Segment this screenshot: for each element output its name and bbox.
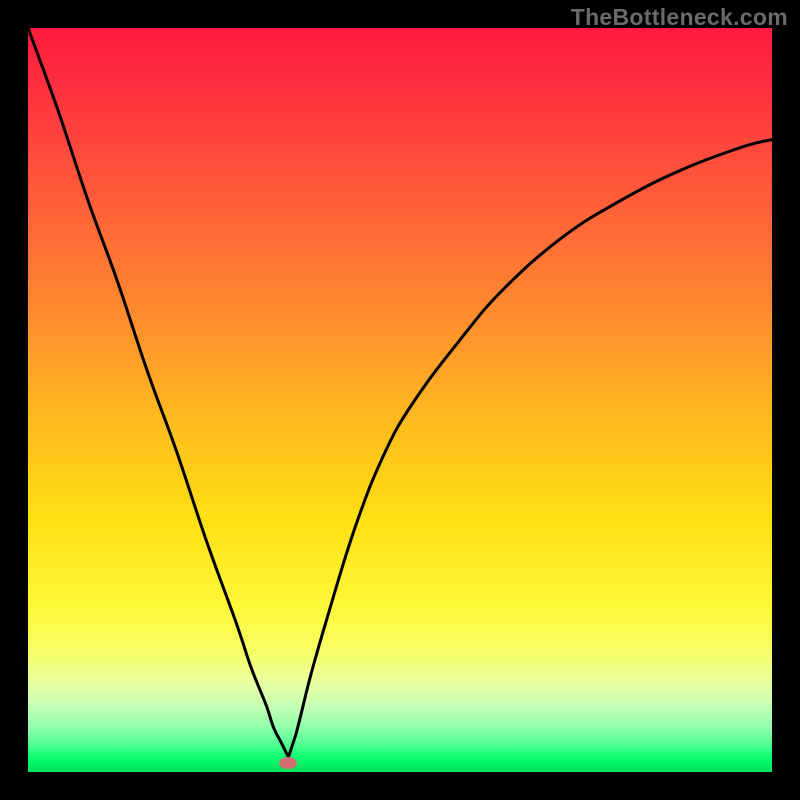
watermark-text: TheBottleneck.com xyxy=(571,4,788,31)
chart-frame: TheBottleneck.com xyxy=(0,0,800,800)
minimum-marker xyxy=(279,757,297,769)
bottleneck-curve xyxy=(28,28,772,772)
plot-area xyxy=(28,28,772,772)
